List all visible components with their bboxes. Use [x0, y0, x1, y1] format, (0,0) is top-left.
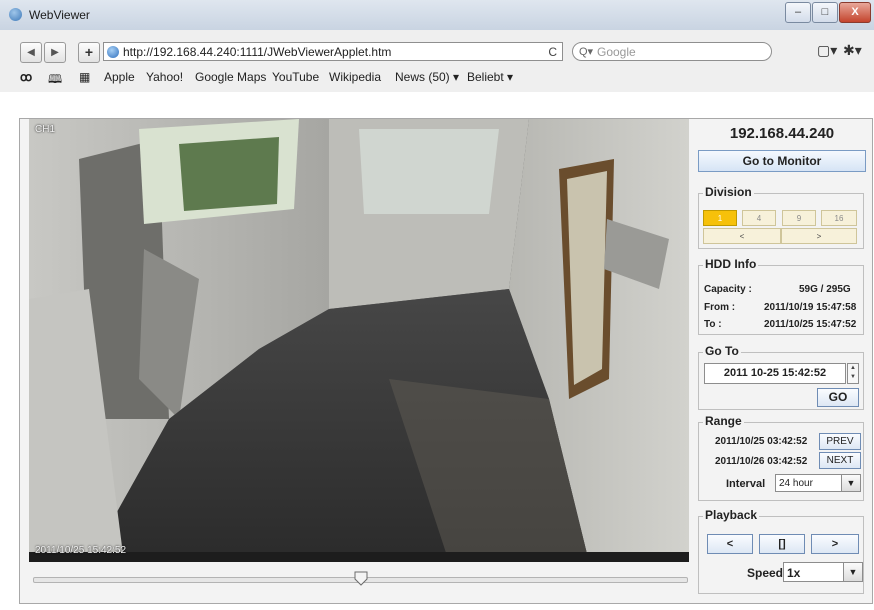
interval-label: Interval — [726, 478, 766, 490]
reload-icon[interactable]: C — [548, 43, 557, 62]
address-bar[interactable]: http://192.168.44.240:1111/JWebViewerApp… — [103, 42, 563, 61]
bookmark-yahoo[interactable]: Yahoo! — [146, 70, 183, 84]
speed-value: 1x — [787, 566, 801, 580]
reading-glasses-icon[interactable]: ꝏ — [20, 70, 32, 84]
to-label: To : — [704, 319, 722, 330]
minimize-button[interactable]: – — [785, 2, 811, 23]
from-value: 2011/10/19 15:47:58 — [764, 302, 857, 313]
browser-toolbar: ◀ ▶ + http://192.168.44.240:1111/JWebVie… — [0, 30, 874, 93]
division-next-button[interactable]: > — [781, 228, 857, 244]
maximize-button[interactable]: □ — [812, 2, 838, 23]
rewind-button[interactable]: < — [707, 534, 753, 554]
division-1-button[interactable]: 1 — [703, 210, 737, 226]
to-value: 2011/10/25 15:47:52 — [764, 319, 857, 330]
window-title: WebViewer — [29, 8, 90, 22]
hdd-info-group: HDD Info Capacity : 59G / 295G From : 20… — [698, 257, 864, 335]
capacity-label: Capacity : — [704, 284, 752, 295]
device-ip: 192.168.44.240 — [729, 125, 835, 142]
go-to-label: Go To — [703, 344, 741, 358]
bookmark-wikipedia[interactable]: Wikipedia — [329, 70, 381, 84]
video-timestamp: 2011/10/25 15:42:52 — [35, 545, 127, 556]
go-to-spinner[interactable]: ▲ ▼ — [847, 363, 859, 384]
page-content: CH1 2011/10/25 15:42:52 192.168.44.240 G… — [0, 92, 874, 610]
title-bar: WebViewer – □ X — [0, 0, 874, 31]
grid-icon[interactable]: ▦ — [79, 70, 90, 84]
playback-group: Playback < [] > Speed 1x ▼ — [698, 508, 864, 594]
chevron-down-icon: ▼ — [843, 563, 862, 581]
go-button[interactable]: GO — [817, 388, 859, 407]
book-icon[interactable]: 🕮 — [48, 70, 62, 91]
gear-icon[interactable]: ✱▾ — [843, 42, 862, 59]
division-prev-button[interactable]: < — [703, 228, 781, 244]
channel-label: CH1 — [35, 124, 56, 135]
go-to-datetime-field[interactable]: 2011 10-25 15:42:52 — [704, 363, 846, 384]
control-panel: 192.168.44.240 Go to Monitor Division 1 … — [698, 119, 866, 603]
bookmark-youtube[interactable]: YouTube — [272, 70, 319, 84]
go-to-monitor-button[interactable]: Go to Monitor — [698, 150, 866, 172]
globe-icon — [107, 46, 119, 58]
search-placeholder: Google — [597, 45, 636, 59]
go-to-group: Go To 2011 10-25 15:42:52 ▲ ▼ GO — [698, 344, 864, 410]
bookmark-beliebt[interactable]: Beliebt ▾ — [467, 70, 513, 84]
search-input[interactable]: Q▾ Google — [572, 42, 772, 61]
division-9-button[interactable]: 9 — [782, 210, 816, 226]
interval-select[interactable]: 24 hour ▼ — [775, 474, 861, 492]
division-4-button[interactable]: 4 — [742, 210, 776, 226]
range-start-value: 2011/10/25 03:42:52 — [715, 436, 808, 447]
webviewer-app-icon — [9, 8, 22, 21]
pause-button[interactable]: [] — [759, 534, 805, 554]
add-bookmark-button[interactable]: + — [78, 42, 100, 63]
speed-label: Speed — [747, 566, 784, 580]
division-16-button[interactable]: 16 — [821, 210, 857, 226]
close-button[interactable]: X — [839, 2, 871, 23]
camera-image — [29, 119, 689, 562]
bookmark-news[interactable]: News (50) ▾ — [395, 70, 459, 84]
speed-select[interactable]: 1x ▼ — [783, 562, 863, 582]
play-button[interactable]: > — [811, 534, 859, 554]
webviewer-applet: CH1 2011/10/25 15:42:52 192.168.44.240 G… — [19, 118, 873, 604]
page-menu-icon[interactable]: ▢▾ — [817, 42, 837, 59]
bookmark-apple[interactable]: Apple — [104, 70, 135, 84]
playback-label: Playback — [703, 508, 760, 522]
hdd-info-label: HDD Info — [703, 257, 759, 271]
back-button[interactable]: ◀ — [20, 42, 42, 63]
range-end-value: 2011/10/26 03:42:52 — [715, 456, 808, 467]
chevron-down-icon: ▼ — [841, 475, 860, 491]
url-text: http://192.168.44.240:1111/JWebViewerApp… — [123, 45, 392, 59]
forward-button[interactable]: ▶ — [44, 42, 66, 63]
video-view[interactable]: CH1 2011/10/25 15:42:52 — [29, 119, 689, 562]
division-label: Division — [703, 185, 754, 199]
search-icon: Q▾ — [579, 46, 594, 58]
range-label: Range — [703, 414, 744, 428]
interval-value: 24 hour — [779, 478, 813, 489]
bookmark-google-maps[interactable]: Google Maps — [195, 70, 266, 84]
next-range-button[interactable]: NEXT — [819, 452, 861, 469]
division-group: Division 1 4 9 16 < > — [698, 185, 864, 249]
timeline-slider-thumb[interactable] — [353, 571, 369, 587]
capacity-value: 59G / 295G — [799, 284, 851, 295]
from-label: From : — [704, 302, 736, 313]
prev-range-button[interactable]: PREV — [819, 433, 861, 450]
browser-window: WebViewer – □ X ◀ ▶ + http://192.168.44.… — [0, 0, 874, 610]
range-group: Range 2011/10/25 03:42:52 PREV 2011/10/2… — [698, 414, 864, 501]
